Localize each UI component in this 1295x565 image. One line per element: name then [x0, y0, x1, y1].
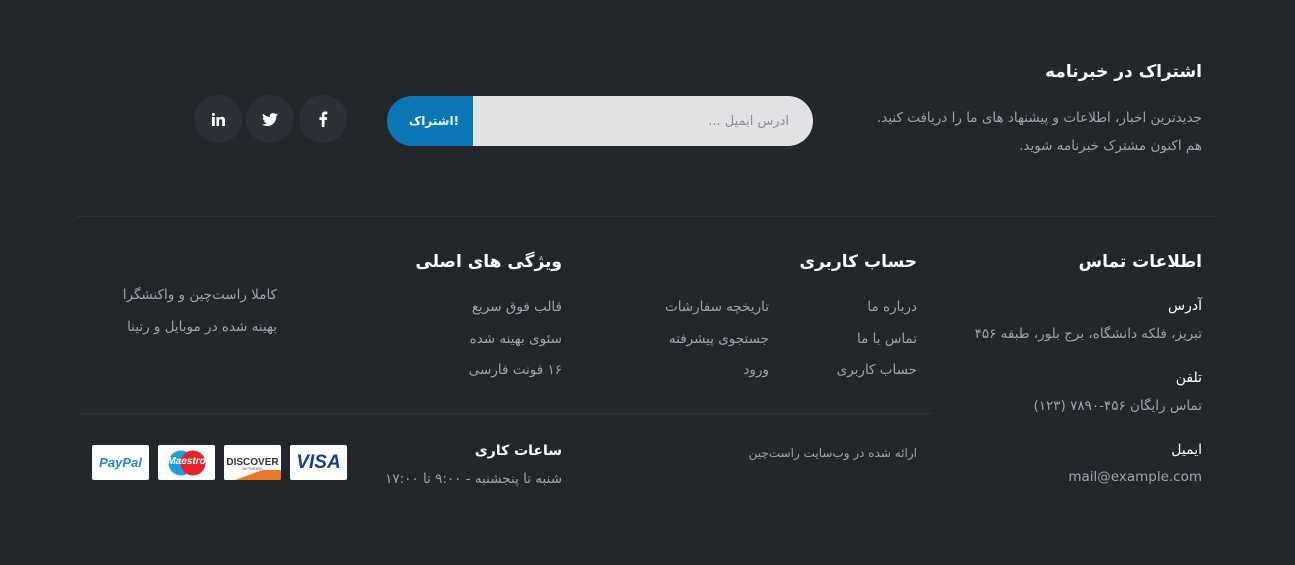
email-input[interactable] — [473, 96, 813, 146]
linkedin-icon — [211, 112, 225, 126]
working-hours-value: شنبه تا پنجشنبه - ۹:۰۰ تا ۱۷:۰۰ — [385, 471, 562, 487]
twitter-link[interactable] — [246, 95, 294, 143]
link-about-us[interactable]: درباره ما — [867, 299, 917, 315]
feature-item: سئوی بهینه شده — [469, 331, 562, 347]
feature-item: ۱۶ فونت فارسی — [468, 362, 562, 378]
paypal-card-icon: PayPal — [92, 445, 149, 480]
visa-card-icon: VISA — [290, 445, 347, 480]
feature-extra: کاملا راست‌چین و واکنشگرا — [122, 287, 277, 303]
discover-stripe — [224, 470, 281, 480]
link-contact-us[interactable]: تماس با ما — [857, 331, 917, 347]
address-value: تبریز، فلکه دانشگاه، برج بلور، طبقه ۴۵۶ — [974, 326, 1202, 342]
facebook-icon — [319, 111, 328, 127]
credit-text: ارائه شده در وب‌سایت راست‌چین — [748, 446, 917, 460]
email-label: ایمیل — [1171, 442, 1202, 458]
newsletter-description: جدیدترین اخبار، اطلاعات و پیشنهاد های ما… — [876, 110, 1202, 126]
maestro-card-label: Maestro — [167, 456, 206, 467]
contact-title: اطلاعات تماس — [1078, 252, 1202, 272]
newsletter-title: اشتراک در خبرنامه — [1044, 62, 1202, 82]
account-title: حساب کاربری — [799, 252, 917, 272]
working-hours-title: ساعات کاری — [474, 443, 562, 459]
linkedin-link[interactable] — [194, 95, 242, 143]
link-order-history[interactable]: تاریخچه سفارشات — [665, 299, 769, 315]
facebook-link[interactable] — [299, 95, 347, 143]
discover-card-icon: DISCOVER NETWORK — [224, 445, 281, 480]
subscribe-button[interactable]: اشتراک! — [387, 96, 473, 146]
email-value[interactable]: mail@example.com — [1068, 469, 1202, 485]
link-login[interactable]: ورود — [743, 362, 769, 378]
newsletter-description-2: هم اکنون مشترک خبرنامه شوید. — [1019, 138, 1202, 154]
footer-divider-bottom — [77, 413, 932, 414]
visa-card-label: VISA — [296, 451, 341, 473]
footer-divider — [77, 216, 1218, 217]
link-user-account[interactable]: حساب کاربری — [837, 362, 917, 378]
feature-item: قالب فوق سریع — [471, 299, 562, 315]
feature-extra: بهینه شده در موبایل و رتینا — [127, 319, 277, 335]
phone-value: تماس رایگان ۴۵۶-۷۸۹۰ (۱۲۳) — [1033, 398, 1202, 414]
twitter-icon — [262, 112, 278, 126]
features-title: ویژگی های اصلی — [415, 252, 562, 272]
newsletter-form: اشتراک! — [387, 96, 813, 146]
phone-label: تلفن — [1175, 370, 1202, 386]
link-advanced-search[interactable]: جستجوی پیشرفته — [669, 331, 769, 347]
address-label: آدرس — [1168, 298, 1202, 314]
paypal-card-label: PayPal — [99, 455, 142, 470]
maestro-card-icon: Maestro — [158, 445, 215, 480]
